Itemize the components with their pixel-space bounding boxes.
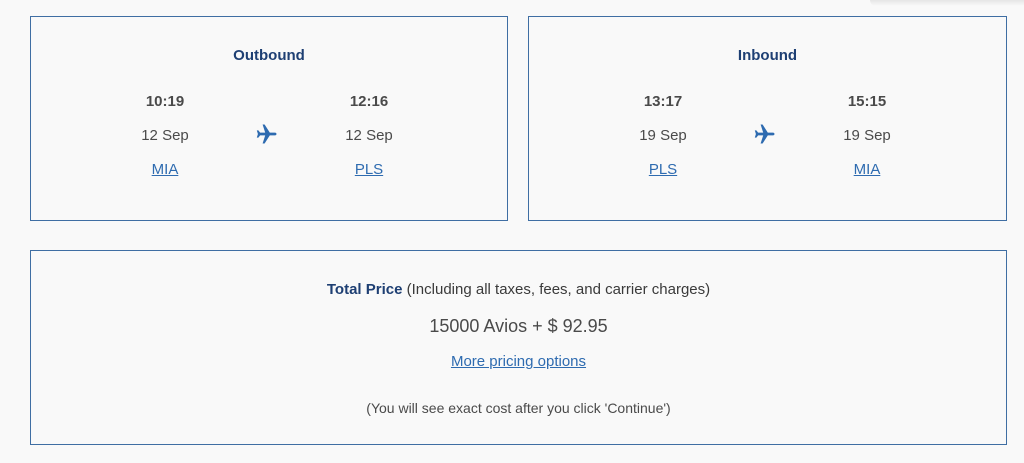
airplane-icon [754, 124, 775, 144]
airplane-icon [256, 124, 277, 144]
inbound-flight-card: Inbound 13:17 19 Sep PLS 15:15 19 Sep MI… [528, 16, 1007, 221]
outbound-departure-date: 12 Sep [141, 127, 189, 144]
inbound-arrival-time: 15:15 [847, 93, 887, 110]
inbound-title: Inbound [737, 47, 798, 64]
inbound-departure-date: 19 Sep [639, 127, 687, 144]
outbound-flight-card: Outbound 10:19 12 Sep MIA 12:16 12 Sep P… [30, 16, 508, 221]
outbound-departure: 10:19 12 Sep MIA [105, 93, 225, 179]
total-price-heading: Total Price (Including all taxes, fees, … [31, 281, 1006, 298]
more-pricing-row: More pricing options [31, 353, 1006, 370]
total-price-card: Total Price (Including all taxes, fees, … [30, 250, 1007, 445]
inbound-departure: 13:17 19 Sep PLS [603, 93, 723, 179]
outbound-arrival: 12:16 12 Sep PLS [309, 93, 429, 179]
outbound-arrival-date: 12 Sep [345, 127, 393, 144]
top-edge-shadow [870, 0, 1024, 6]
outbound-title: Outbound [233, 47, 305, 64]
total-price-qualifier: (Including all taxes, fees, and carrier … [406, 281, 711, 298]
inbound-departure-airport-link[interactable]: PLS [649, 161, 677, 179]
inbound-arrival-airport-link[interactable]: MIA [854, 161, 881, 179]
more-pricing-options-link[interactable]: More pricing options [451, 353, 586, 370]
total-price-amount: 15000 Avios + $ 92.95 [429, 316, 608, 336]
outbound-departure-airport-link[interactable]: MIA [152, 161, 179, 179]
inbound-departure-time: 13:17 [643, 93, 683, 110]
continue-cost-note: (You will see exact cost after you click… [366, 400, 671, 416]
inbound-arrival: 15:15 19 Sep MIA [807, 93, 927, 179]
total-price-label: Total Price [326, 281, 403, 298]
inbound-arrival-date: 19 Sep [843, 127, 891, 144]
outbound-arrival-time: 12:16 [349, 93, 389, 110]
outbound-departure-time: 10:19 [145, 93, 185, 110]
outbound-arrival-airport-link[interactable]: PLS [355, 161, 383, 179]
